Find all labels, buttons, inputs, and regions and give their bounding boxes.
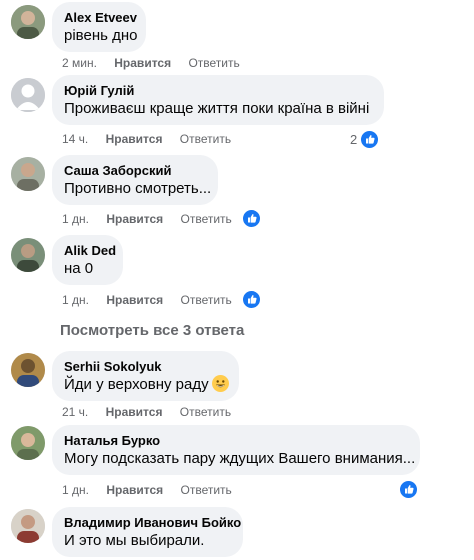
comment-author[interactable]: Владимир Иванович Бойко — [64, 515, 241, 531]
comment-text: Йди у верховну раду — [64, 375, 229, 395]
comment-actions: 1 дн. Нравится Ответить — [62, 292, 246, 308]
comment-time[interactable]: 21 ч. — [62, 404, 88, 420]
comment-bubble: Alex Etveev рівень дно — [52, 2, 146, 52]
thumbs-up-icon — [242, 208, 261, 228]
comment-bubble: Юрій Гулій Проживаєш краще життя поки кр… — [52, 75, 384, 125]
comment-actions: 1 дн. Нравится Ответить — [62, 482, 246, 498]
comment-time[interactable]: 2 мин. — [62, 55, 97, 71]
reply-link[interactable]: Ответить — [181, 292, 232, 308]
like-link[interactable]: Нравится — [106, 482, 163, 498]
avatar[interactable] — [11, 238, 45, 272]
comment-bubble: Саша Заборский Противно смотреть... — [52, 155, 218, 205]
reaction-count: 2 — [350, 131, 358, 147]
thumbs-up-icon — [399, 479, 418, 499]
comment-time[interactable]: 1 дн. — [62, 292, 89, 308]
reply-link[interactable]: Ответить — [181, 482, 232, 498]
comment-text-content: Йди у верховну раду — [64, 376, 209, 393]
like-link[interactable]: Нравится — [106, 292, 163, 308]
like-link[interactable]: Нравится — [106, 131, 163, 147]
comment-author[interactable]: Юрій Гулій — [64, 83, 372, 99]
comment-author[interactable]: Serhii Sokolyuk — [64, 359, 227, 375]
avatar[interactable] — [11, 353, 45, 387]
comment-actions: 14 ч. Нравится Ответить — [62, 131, 245, 147]
view-more-replies-link[interactable]: Посмотреть все 3 ответа — [60, 321, 244, 341]
reply-link[interactable]: Ответить — [181, 211, 232, 227]
like-link[interactable]: Нравится — [106, 211, 163, 227]
comment-author[interactable]: Alik Ded — [64, 243, 116, 259]
comment-text: Противно смотреть... — [64, 180, 212, 197]
comment-actions: 21 ч. Нравится Ответить — [62, 404, 245, 420]
comment-bubble: Владимир Иванович Бойко И это мы выбирал… — [52, 507, 243, 557]
thumbs-up-icon — [360, 129, 380, 149]
reply-link[interactable]: Ответить — [188, 55, 239, 71]
comment-text: Проживаєш краще життя поки країна в війн… — [64, 100, 370, 117]
comment-bubble: Наталья Бурко Могу подсказать пару ждущи… — [52, 425, 420, 475]
reaction-summary[interactable] — [242, 208, 261, 228]
comment-time[interactable]: 1 дн. — [62, 211, 89, 227]
reply-link[interactable]: Ответить — [180, 404, 231, 420]
default-avatar-icon — [11, 78, 45, 112]
reaction-summary[interactable] — [399, 479, 418, 499]
like-link[interactable]: Нравится — [114, 55, 171, 71]
avatar[interactable] — [11, 157, 45, 191]
comment-text: на 0 — [64, 260, 94, 277]
comment-time[interactable]: 1 дн. — [62, 482, 89, 498]
comment-actions: 1 дн. Нравится Ответить — [62, 211, 246, 227]
comment-time[interactable]: 14 ч. — [62, 131, 88, 147]
comment-author[interactable]: Саша Заборский — [64, 163, 206, 179]
comment-author[interactable]: Alex Etveev — [64, 10, 137, 26]
comment-text: Могу подсказать пару ждущих Вашего внима… — [64, 450, 416, 467]
thumbs-up-icon — [242, 289, 261, 309]
grinning-emoji-icon — [211, 375, 229, 392]
avatar[interactable] — [11, 78, 45, 112]
reaction-summary[interactable]: 2 — [350, 129, 380, 149]
comment-actions: 2 мин. Нравится Ответить — [62, 55, 254, 71]
avatar[interactable] — [11, 5, 45, 39]
reply-link[interactable]: Ответить — [180, 131, 231, 147]
avatar[interactable] — [11, 509, 45, 543]
like-link[interactable]: Нравится — [106, 404, 163, 420]
comment-bubble: Alik Ded на 0 — [52, 235, 123, 285]
reaction-summary[interactable] — [242, 289, 261, 309]
comment-author[interactable]: Наталья Бурко — [64, 433, 408, 449]
avatar[interactable] — [11, 426, 45, 460]
comment-text: И это мы выбирали. — [64, 532, 205, 549]
comment-bubble: Serhii Sokolyuk Йди у верховну раду — [52, 351, 239, 401]
comment-text: рівень дно — [64, 27, 138, 44]
